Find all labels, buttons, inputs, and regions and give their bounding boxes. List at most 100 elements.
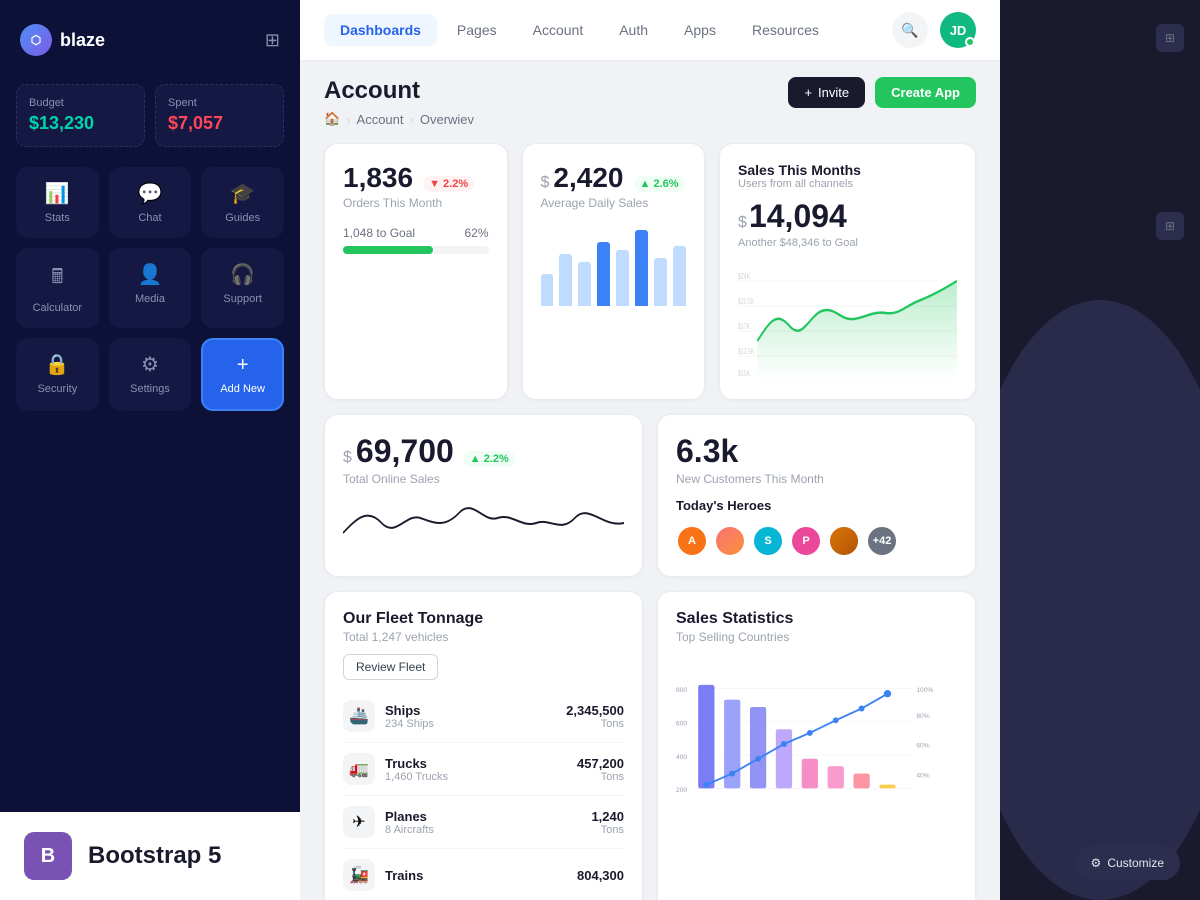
fleet-card: Our Fleet Tonnage Total 1,247 vehicles R… (324, 591, 643, 900)
budget-card: Budget $13,230 (16, 84, 145, 147)
breadcrumb-home-icon: 🏠 (324, 111, 340, 127)
tab-dashboards[interactable]: Dashboards (324, 14, 437, 46)
svg-text:$10K: $10K (738, 370, 750, 378)
svg-text:600: 600 (676, 721, 687, 728)
hero-more: +42 (866, 525, 898, 557)
new-customers-card: 6.3k New Customers This Month Today's He… (657, 414, 976, 577)
sales-stats-subtitle: Top Selling Countries (676, 630, 957, 644)
add-new-icon: + (237, 354, 249, 377)
invite-button[interactable]: + Invite (788, 77, 865, 108)
security-label: Security (37, 383, 77, 395)
breadcrumb-overwiev: Overwiev (420, 112, 474, 127)
customize-button[interactable]: ⚙ Customize (1075, 846, 1180, 880)
fleet-list: 🚢 Ships 234 Ships 2,345,500 Tons (343, 690, 624, 900)
bar-2 (559, 254, 572, 306)
hero-1: A (676, 525, 708, 557)
bootstrap-banner: B Bootstrap 5 (0, 812, 300, 900)
tab-account[interactable]: Account (517, 14, 600, 46)
trains-name: Trains (385, 868, 423, 883)
svg-text:$24K: $24K (738, 273, 750, 281)
invite-label: Invite (818, 85, 849, 100)
media-icon: 👤 (138, 262, 163, 287)
bar-3 (578, 262, 591, 306)
planes-icon: ✈ (343, 806, 375, 838)
avg-sales-chart (541, 226, 687, 306)
avg-sales-label: Average Daily Sales (541, 196, 687, 210)
trucks-value: 457,200 (577, 756, 624, 771)
svg-text:400: 400 (676, 754, 687, 761)
wave-chart (343, 498, 624, 558)
tab-resources[interactable]: Resources (736, 14, 835, 46)
nav-tabs: Dashboards Pages Account Auth Apps Resou… (324, 14, 835, 46)
page-actions: + Invite Create App (788, 77, 976, 108)
sales-month-value: 14,094 (749, 198, 847, 235)
online-sales-label: Total Online Sales (343, 472, 624, 486)
progress-bar-bg (343, 246, 489, 254)
trains-value: 804,300 (577, 868, 624, 883)
bottom-row: Our Fleet Tonnage Total 1,247 vehicles R… (324, 591, 976, 900)
budget-row: Budget $13,230 Spent $7,057 (16, 84, 284, 147)
sidebar-item-support[interactable]: 🎧 Support (201, 248, 284, 328)
nav-right: 🔍 JD (892, 12, 976, 48)
fleet-title: Our Fleet Tonnage (343, 610, 624, 628)
sidebar-item-media[interactable]: 👤 Media (109, 248, 192, 328)
fleet-item-trucks: 🚛 Trucks 1,460 Trucks 457,200 Tons (343, 743, 624, 796)
support-icon: 🎧 (230, 262, 255, 287)
panel-settings-2[interactable]: ⊞ (1156, 212, 1184, 240)
sales-month-subtitle: Users from all channels (738, 178, 957, 190)
sidebar-item-calculator[interactable]: 🖩 Calculator (16, 248, 99, 328)
sidebar-item-add-new[interactable]: + Add New (201, 338, 284, 411)
svg-text:40%: 40% (916, 772, 929, 779)
online-sales-badge: ▲ 2.2% (464, 451, 515, 467)
tab-apps[interactable]: Apps (668, 14, 732, 46)
svg-text:800: 800 (676, 687, 687, 694)
sidebar-menu-toggle[interactable]: ⊞ (265, 30, 280, 51)
panel-settings-1[interactable]: ⊞ (1156, 24, 1184, 52)
orders-label: Orders This Month (343, 196, 489, 210)
sidebar-item-guides[interactable]: 🎓 Guides (201, 167, 284, 238)
sales-this-month-card: Sales This Months Users from all channel… (719, 143, 976, 400)
sidebar-item-settings[interactable]: ⚙ Settings (109, 338, 192, 411)
right-panel-content: ⊞ ⊞ (1000, 0, 1200, 900)
avg-sales-value: 2,420 (553, 162, 623, 194)
svg-text:$20.5K: $20.5K (738, 298, 755, 306)
ships-value: 2,345,500 (566, 703, 624, 718)
user-avatar[interactable]: JD (940, 12, 976, 48)
sidebar-item-security[interactable]: 🔒 Security (16, 338, 99, 411)
heroes-title: Today's Heroes (676, 498, 957, 513)
svg-text:60%: 60% (916, 743, 929, 750)
trucks-sub: 1,460 Trucks (385, 771, 448, 783)
review-fleet-button[interactable]: Review Fleet (343, 654, 438, 680)
create-app-button[interactable]: Create App (875, 77, 976, 108)
support-label: Support (223, 293, 262, 305)
heroes-row: A S P +42 (676, 525, 957, 557)
add-new-label: Add New (220, 383, 265, 395)
sidebar-header: ⬡ blaze ⊞ (16, 16, 284, 64)
settings-icon: ⚙ (141, 352, 159, 377)
planes-value: 1,240 (591, 809, 624, 824)
invite-plus-icon: + (804, 85, 812, 100)
svg-text:200: 200 (676, 787, 687, 794)
search-button[interactable]: 🔍 (892, 12, 928, 48)
breadcrumb: 🏠 › Account › Overwiev (324, 111, 976, 127)
fleet-item-ships: 🚢 Ships 234 Ships 2,345,500 Tons (343, 690, 624, 743)
panel-settings-icon-1: ⊞ (1165, 31, 1175, 45)
ships-name: Ships (385, 703, 434, 718)
tab-pages[interactable]: Pages (441, 14, 513, 46)
svg-text:$17K: $17K (738, 323, 750, 331)
svg-text:100%: 100% (916, 687, 933, 694)
guides-label: Guides (225, 212, 260, 224)
sidebar-item-stats[interactable]: 📊 Stats (16, 167, 99, 238)
tab-auth[interactable]: Auth (603, 14, 664, 46)
media-label: Media (135, 293, 165, 305)
orders-card: 1,836 ▼ 2.2% Orders This Month 1,048 to … (324, 143, 508, 400)
sales-stats-card: Sales Statistics Top Selling Countries 8… (657, 591, 976, 900)
avatar-initials: JD (950, 23, 967, 38)
logo-area: ⬡ blaze (20, 24, 105, 56)
bar-1 (541, 274, 554, 306)
customize-icon: ⚙ (1091, 856, 1102, 870)
sidebar-item-chat[interactable]: 💬 Chat (109, 167, 192, 238)
bar-5 (616, 250, 629, 306)
goal-label: 1,048 to Goal (343, 226, 415, 240)
avg-sales-prefix: $ (541, 174, 550, 192)
